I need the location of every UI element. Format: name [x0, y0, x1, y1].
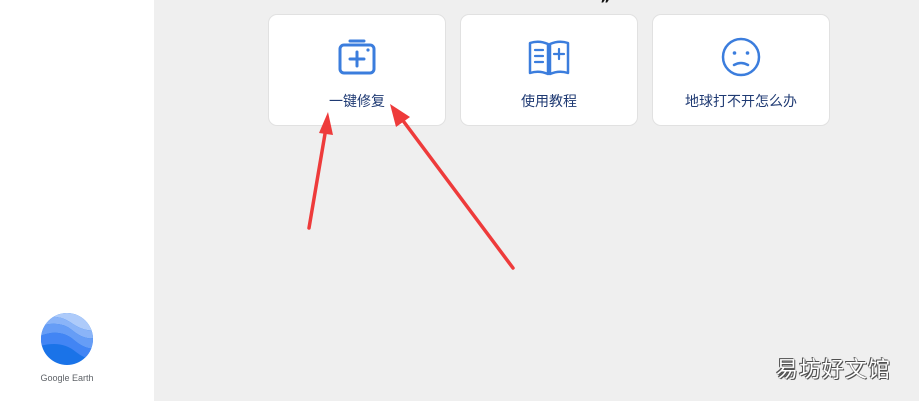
logo-text: Google Earth: [40, 373, 94, 383]
tutorial-card[interactable]: 使用教程: [460, 14, 638, 126]
top-quote-glyph: ”: [600, 0, 611, 13]
sad-face-icon: [721, 37, 761, 77]
earth-wont-open-card[interactable]: 地球打不开怎么办: [652, 14, 830, 126]
annotation-arrow-left: [307, 112, 333, 230]
first-aid-kit-icon: [338, 39, 376, 75]
open-book-icon: [528, 40, 570, 76]
sidebar: Google Earth: [0, 0, 154, 401]
one-click-repair-card[interactable]: 一键修复: [268, 14, 446, 126]
card-label: 使用教程: [521, 94, 577, 110]
google-earth-logo-icon[interactable]: [40, 312, 94, 366]
watermark: 易坊好文馆: [775, 358, 891, 383]
card-label: 一键修复: [329, 94, 385, 110]
annotation-arrow-right: [390, 104, 515, 270]
card-label: 地球打不开怎么办: [685, 94, 797, 110]
